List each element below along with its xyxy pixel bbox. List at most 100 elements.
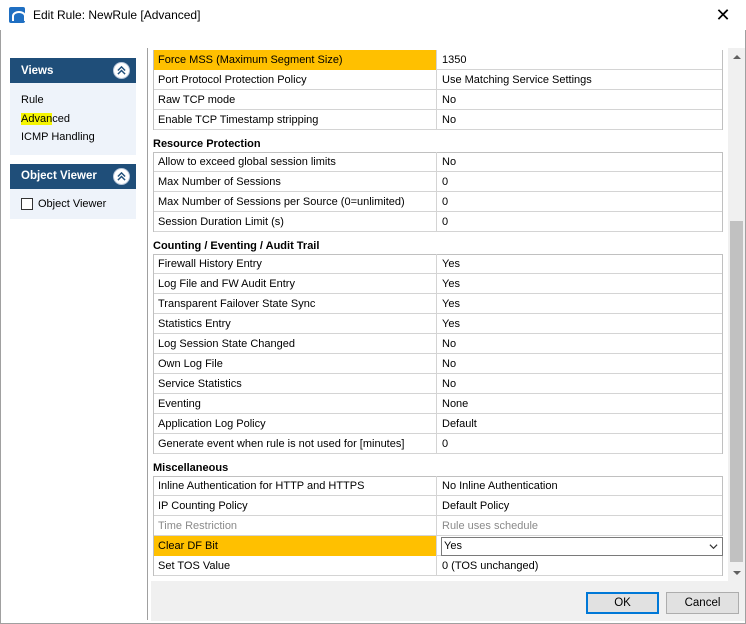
row-value[interactable]: Yes	[437, 294, 723, 314]
row-key: Log Session State Changed	[153, 334, 437, 354]
table-row[interactable]: Statistics Entry Yes	[153, 314, 723, 334]
views-panel-header[interactable]: Views	[10, 58, 136, 83]
row-key: Max Number of Sessions per Source (0=unl…	[153, 192, 437, 212]
table-row-time-restriction: Time Restriction Rule uses schedule	[153, 516, 723, 536]
views-collapse-button[interactable]	[113, 62, 130, 79]
row-key: Firewall History Entry	[153, 254, 437, 274]
table-row[interactable]: Own Log File No	[153, 354, 723, 374]
double-chevron-up-icon	[117, 66, 126, 75]
nav-item-icmp-handling[interactable]: ICMP Handling	[21, 128, 136, 147]
row-value[interactable]: Yes	[437, 274, 723, 294]
row-value[interactable]: 1350	[437, 50, 723, 70]
row-value[interactable]: No	[437, 152, 723, 172]
table-row[interactable]: Raw TCP mode No	[153, 90, 723, 110]
table-row[interactable]: Inline Authentication for HTTP and HTTPS…	[153, 476, 723, 496]
cancel-button[interactable]: Cancel	[666, 592, 739, 614]
scroll-down-arrow-icon	[732, 570, 741, 575]
row-key: Max Number of Sessions	[153, 172, 437, 192]
row-value[interactable]: No	[437, 90, 723, 110]
scrollbar-thumb[interactable]	[730, 221, 743, 562]
nav-item-rule-label: Rule	[21, 94, 44, 106]
close-button[interactable]: ✕	[700, 0, 746, 30]
row-value[interactable]: 0 (TOS unchanged)	[437, 556, 723, 576]
row-value[interactable]: No	[437, 354, 723, 374]
row-key: Inline Authentication for HTTP and HTTPS	[153, 476, 437, 496]
table-row[interactable]: Eventing None	[153, 394, 723, 414]
vertical-scrollbar[interactable]	[728, 48, 745, 581]
table-row[interactable]: Application Log Policy Default	[153, 414, 723, 434]
table-row-clear-df-bit[interactable]: Clear DF Bit Yes	[153, 536, 723, 556]
views-panel-title: Views	[21, 64, 54, 77]
app-icon	[9, 7, 26, 23]
section-header-resource-protection: Resource Protection	[153, 135, 723, 153]
table-row[interactable]: Enable TCP Timestamp stripping No	[153, 110, 723, 130]
table-row-force-mss[interactable]: Force MSS (Maximum Segment Size) 1350	[153, 50, 723, 70]
row-key: Port Protocol Protection Policy	[153, 70, 437, 90]
table-row[interactable]: Max Number of Sessions 0	[153, 172, 723, 192]
ok-button[interactable]: OK	[586, 592, 659, 614]
object-viewer-checkbox-row[interactable]: Object Viewer	[21, 195, 136, 213]
row-key: Own Log File	[153, 354, 437, 374]
object-viewer-panel-body: Object Viewer	[10, 189, 136, 219]
object-viewer-checkbox[interactable]	[21, 197, 33, 210]
row-value[interactable]: 0	[437, 212, 723, 232]
row-key: Service Statistics	[153, 374, 437, 394]
row-value: Rule uses schedule	[437, 516, 723, 536]
row-value[interactable]: Yes	[437, 254, 723, 274]
chevron-down-icon	[709, 544, 718, 550]
table-row[interactable]: Set TOS Value 0 (TOS unchanged)	[153, 556, 723, 576]
row-value[interactable]: Use Matching Service Settings	[437, 70, 723, 90]
row-key: Force MSS (Maximum Segment Size)	[153, 50, 437, 70]
header-spacer	[0, 30, 746, 48]
table-row[interactable]: Firewall History Entry Yes	[153, 254, 723, 274]
table-row[interactable]: Port Protocol Protection Policy Use Matc…	[153, 70, 723, 90]
row-key: Enable TCP Timestamp stripping	[153, 110, 437, 130]
row-value[interactable]: Default Policy	[437, 496, 723, 516]
row-value[interactable]: No	[437, 110, 723, 130]
row-key: Log File and FW Audit Entry	[153, 274, 437, 294]
row-value[interactable]: Yes	[437, 314, 723, 334]
table-row[interactable]: Session Duration Limit (s) 0	[153, 212, 723, 232]
row-key: Application Log Policy	[153, 414, 437, 434]
table-row[interactable]: Allow to exceed global session limits No	[153, 152, 723, 172]
row-key: IP Counting Policy	[153, 496, 437, 516]
row-key: Time Restriction	[153, 516, 437, 536]
row-value[interactable]: No	[437, 374, 723, 394]
scroll-up-button[interactable]	[728, 48, 745, 65]
object-viewer-collapse-button[interactable]	[113, 167, 130, 185]
scroll-down-button[interactable]	[728, 564, 745, 581]
row-key: Session Duration Limit (s)	[153, 212, 437, 232]
table-row[interactable]: Generate event when rule is not used for…	[153, 434, 723, 454]
nav-item-icmp-label: ICMP Handling	[21, 131, 95, 143]
table-row[interactable]: Log File and FW Audit Entry Yes	[153, 274, 723, 294]
nav-item-advanced-label: ced	[52, 112, 70, 125]
row-key: Set TOS Value	[153, 556, 437, 576]
section-header-counting: Counting / Eventing / Audit Trail	[153, 237, 723, 255]
table-row[interactable]: Transparent Failover State Sync Yes	[153, 294, 723, 314]
views-panel: Views Rule Advanced ICMP Handling	[10, 58, 136, 155]
row-value[interactable]: 0	[437, 434, 723, 454]
object-viewer-panel: Object Viewer Object Viewer	[10, 163, 136, 219]
section-header-miscellaneous: Miscellaneous	[153, 459, 723, 477]
row-value[interactable]: No	[437, 334, 723, 354]
clear-df-bit-dropdown[interactable]: Yes	[441, 537, 723, 556]
row-value[interactable]: 0	[437, 172, 723, 192]
left-pane: Views Rule Advanced ICMP Handling Object…	[1, 48, 148, 620]
table-row[interactable]: Max Number of Sessions per Source (0=unl…	[153, 192, 723, 212]
row-value[interactable]: Default	[437, 414, 723, 434]
title-bar: Edit Rule: NewRule [Advanced] ✕	[0, 0, 746, 30]
dropdown-value: Yes	[444, 540, 462, 552]
row-value[interactable]: No Inline Authentication	[437, 476, 723, 496]
row-key: Transparent Failover State Sync	[153, 294, 437, 314]
window-title: Edit Rule: NewRule [Advanced]	[33, 8, 201, 22]
table-row[interactable]: IP Counting Policy Default Policy	[153, 496, 723, 516]
nav-item-rule[interactable]: Rule	[21, 91, 136, 110]
row-key: Raw TCP mode	[153, 90, 437, 110]
table-row[interactable]: Log Session State Changed No	[153, 334, 723, 354]
nav-item-advanced[interactable]: Advanced	[21, 110, 136, 129]
row-value[interactable]: 0	[437, 192, 723, 212]
row-value[interactable]: None	[437, 394, 723, 414]
table-row[interactable]: Service Statistics No	[153, 374, 723, 394]
double-chevron-up-icon	[117, 171, 126, 181]
object-viewer-panel-header[interactable]: Object Viewer	[10, 163, 136, 189]
